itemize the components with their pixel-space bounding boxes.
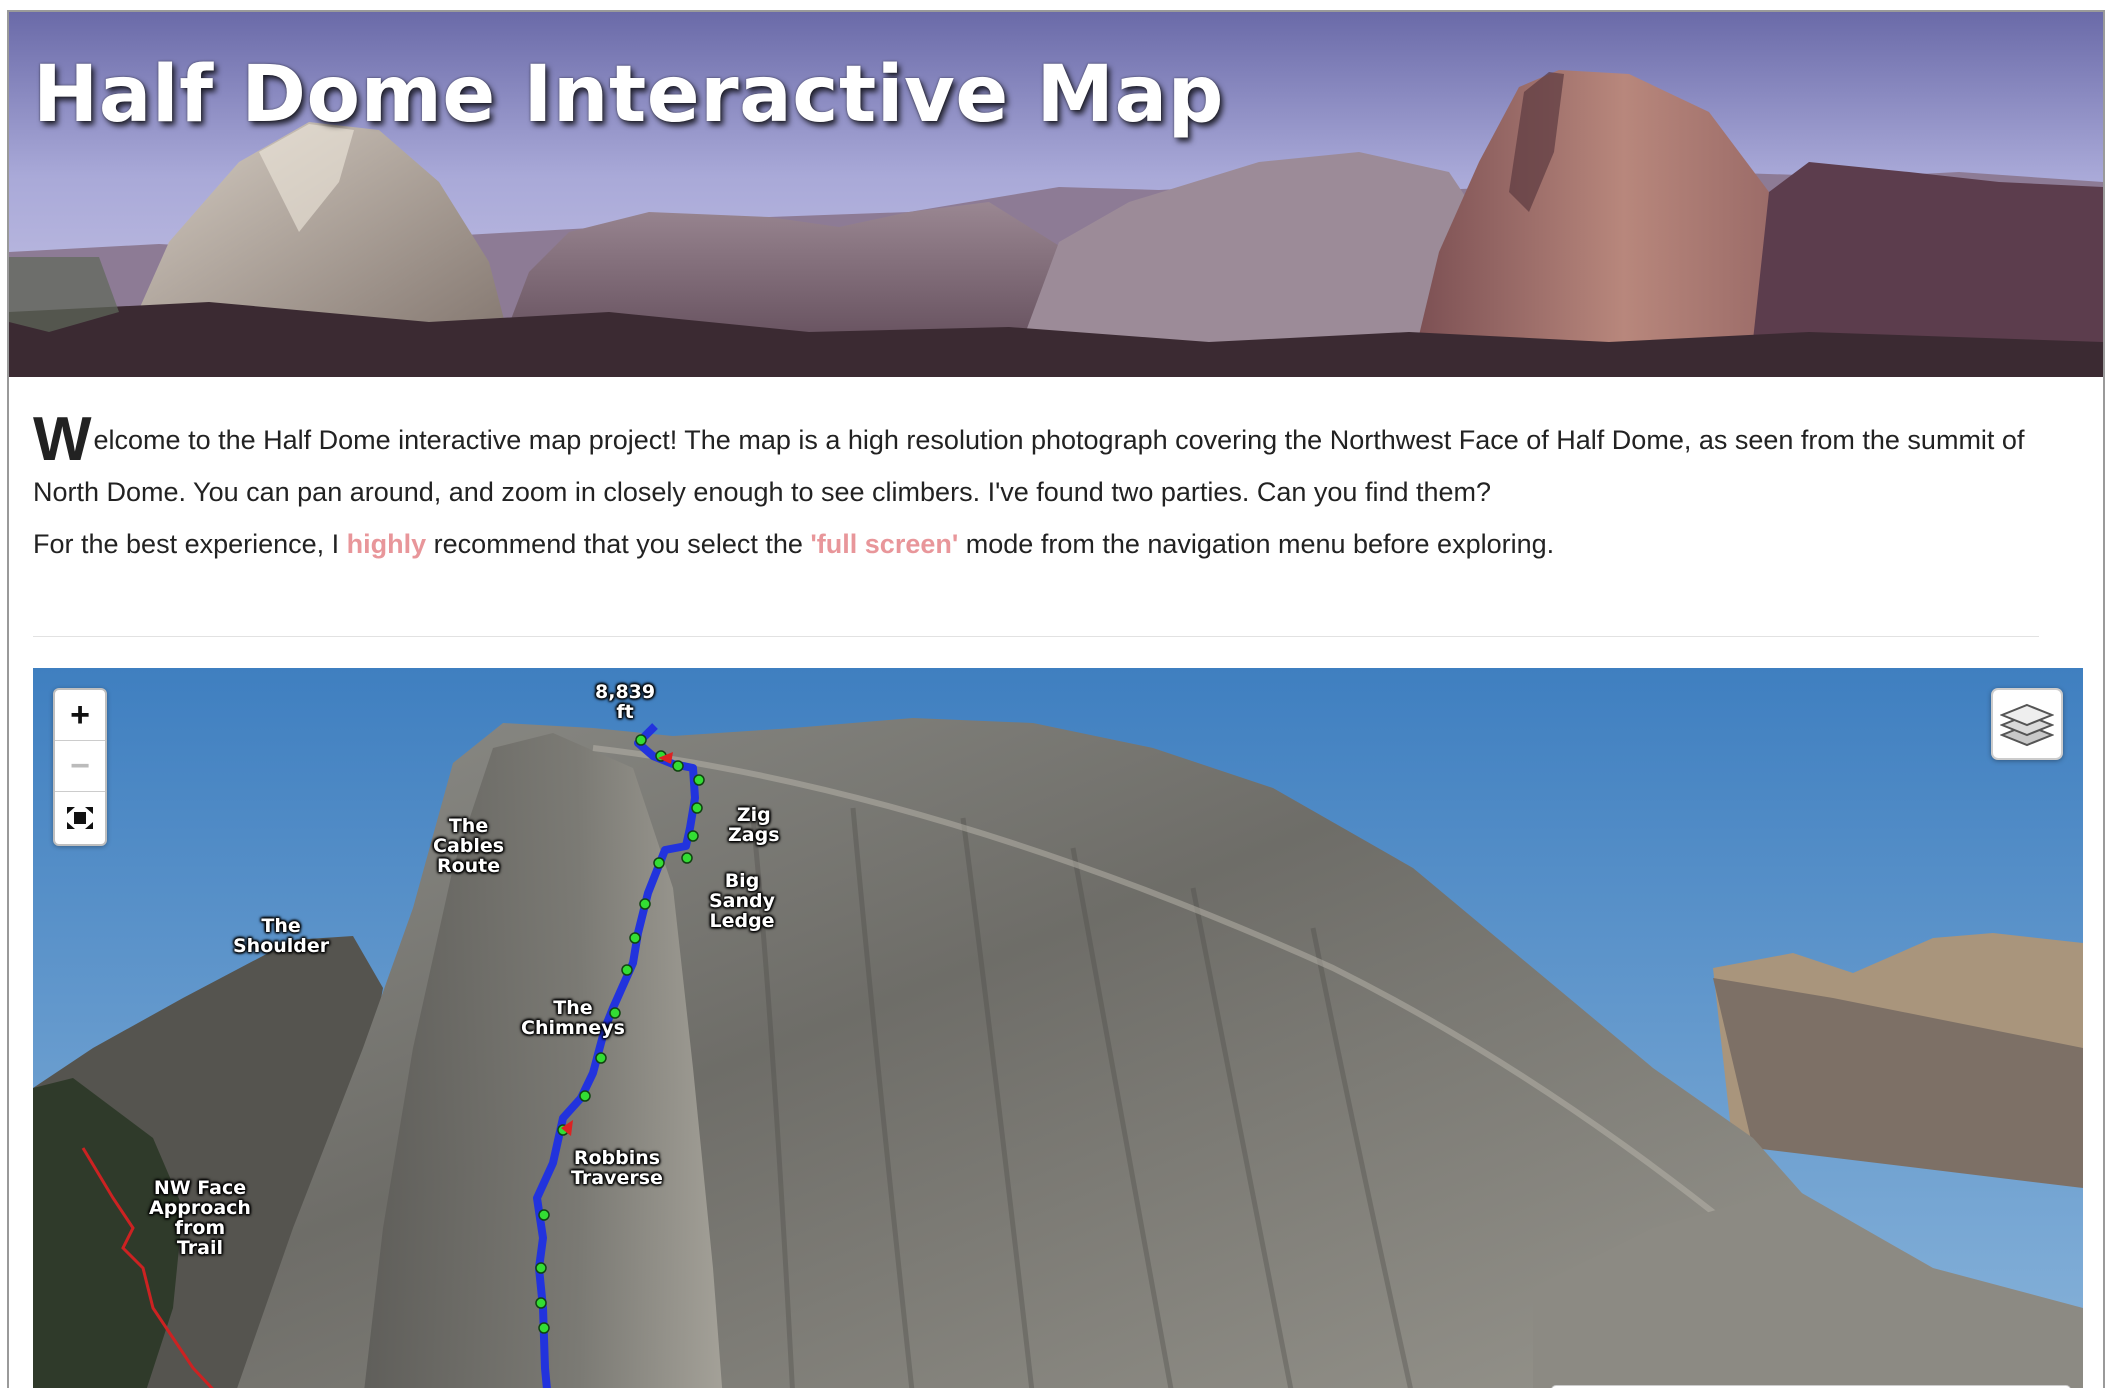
half-dome-photo[interactable] — [33, 668, 2083, 1388]
drop-cap: W — [33, 405, 92, 474]
divider — [33, 636, 2039, 637]
layers-icon — [2000, 703, 2054, 747]
intro-paragraph-1-text: elcome to the Half Dome interactive map … — [33, 425, 2025, 507]
label-nw-face-approach: NW Face Approach from Trail — [149, 1177, 251, 1259]
intro-paragraph-2-text: mode from the navigation menu before exp… — [958, 529, 1555, 559]
highlight-full-screen: 'full screen' — [810, 529, 959, 559]
label-big-sandy-ledge: Big Sandy Ledge — [709, 870, 776, 932]
fullscreen-button[interactable] — [55, 792, 105, 843]
label-the-chimneys: The Chimneys — [521, 997, 625, 1039]
label-robbins-traverse: Robbins Traverse — [571, 1147, 663, 1189]
page-title: Half Dome Interactive Map — [33, 50, 1224, 140]
page-frame: Half Dome Interactive Map Welcome to the… — [7, 10, 2105, 1388]
intro-paragraph-2-text: recommend that you select the — [426, 529, 811, 559]
label-the-shoulder: The Shoulder — [233, 915, 330, 957]
header-banner: Half Dome Interactive Map — [9, 12, 2103, 377]
intro-paragraph-1: Welcome to the Half Dome interactive map… — [33, 405, 2053, 518]
layers-button[interactable] — [1991, 688, 2063, 760]
intro-text: Welcome to the Half Dome interactive map… — [33, 405, 2053, 566]
label-zig-zags: Zig Zags — [728, 804, 780, 846]
zoom-control: + − — [53, 688, 107, 846]
label-summit-elevation: 8,839 ft — [595, 681, 656, 723]
intro-paragraph-2: For the best experience, I highly recomm… — [33, 522, 2053, 566]
zoom-out-button[interactable]: − — [55, 741, 105, 792]
highlight-highly: highly — [346, 529, 427, 559]
fullscreen-icon — [67, 806, 93, 829]
intro-paragraph-2-text: For the best experience, I — [33, 529, 347, 559]
label-cables-route: The Cables Route — [433, 815, 505, 877]
zoom-in-button[interactable]: + — [55, 690, 105, 741]
interactive-map[interactable]: 8,839 ft Zig Zags The Cables Route Big S… — [33, 668, 2083, 1388]
